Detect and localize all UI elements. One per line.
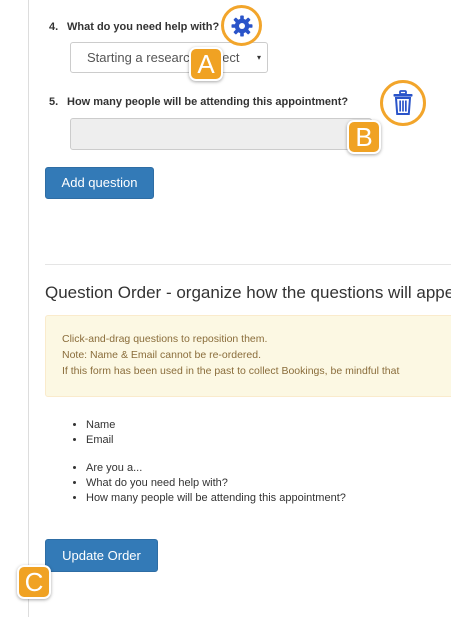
sortable-questions-list: Are you a... What do you need help with?… [45,461,346,506]
update-order-button[interactable]: Update Order [45,539,158,572]
question-number: 4. [49,21,59,33]
alert-line: If this form has been used in the past t… [62,365,400,377]
gear-highlight[interactable] [221,5,262,46]
list-item: Name [86,418,115,433]
question-order-title: Question Order - organize how the questi… [45,283,451,303]
question-4-label: 4. What do you need help with? [49,21,219,33]
help-topic-select[interactable]: Starting a research project ▾ [70,42,268,73]
callout-a: A [189,47,223,81]
question-order-heading: Question Order [45,283,162,302]
sortable-item[interactable]: How many people will be attending this a… [86,491,346,506]
left-border [28,0,29,617]
alert-line: Click-and-drag questions to reposition t… [62,333,268,345]
fixed-questions-list: Name Email [45,418,115,448]
reorder-alert: Click-and-drag questions to reposition t… [45,315,451,397]
sortable-item[interactable]: Are you a... [86,461,346,476]
question-text: What do you need help with? [67,21,220,33]
alert-line: Note: Name & Email cannot be re-ordered. [62,349,262,361]
chevron-down-icon: ▾ [256,53,261,62]
attendees-input[interactable] [70,118,372,150]
question-number: 5. [49,96,59,108]
section-divider [45,264,451,265]
question-order-subtitle: - organize how the questions will appear [161,283,451,302]
question-text: How many people will be attending this a… [67,96,349,108]
add-question-button[interactable]: Add question [45,167,154,199]
sortable-item[interactable]: What do you need help with? [86,476,346,491]
callout-c: C [17,565,51,599]
question-5-label: 5. How many people will be attending this… [49,96,348,108]
list-item: Email [86,433,115,448]
gear-icon [231,15,252,36]
callout-b: B [347,120,381,154]
trash-highlight[interactable] [380,80,426,126]
trash-icon [393,90,413,115]
